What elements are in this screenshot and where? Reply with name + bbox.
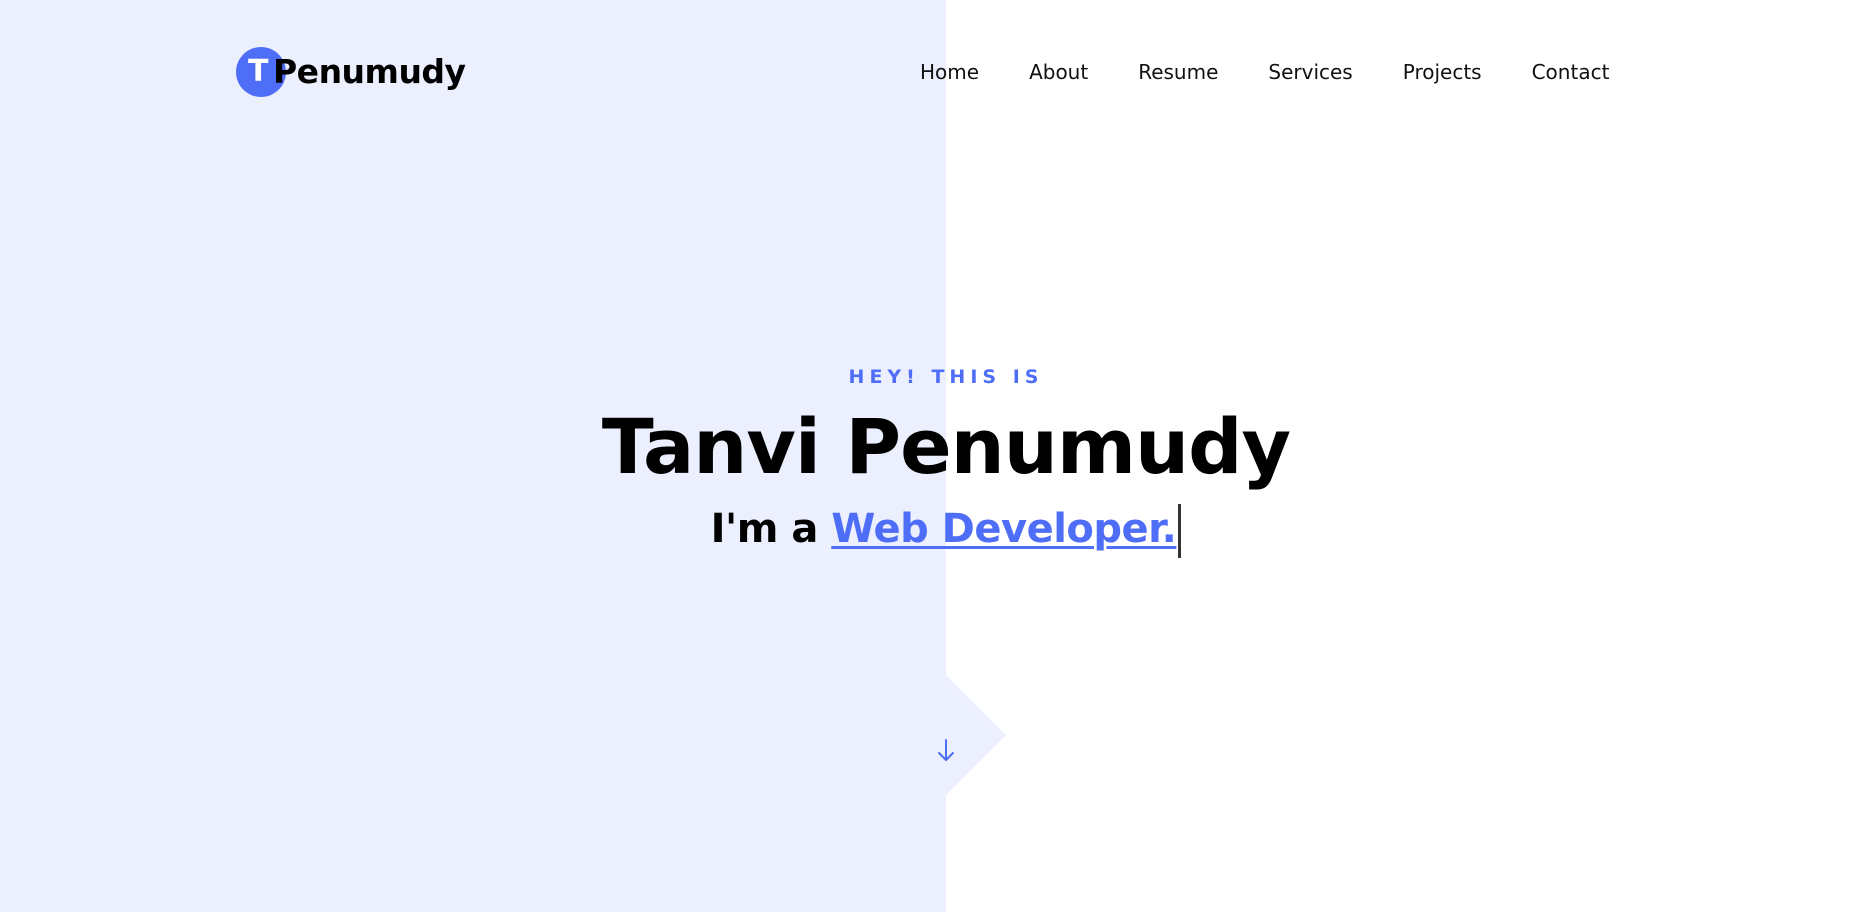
nav-item-about[interactable]: About xyxy=(1029,58,1088,86)
nav-item-home[interactable]: Home xyxy=(920,58,979,86)
hero-subtitle: I'm a Web Developer. xyxy=(0,502,1874,558)
nav-item-resume[interactable]: Resume xyxy=(1138,58,1218,86)
hero-eyebrow: HEY! THIS IS xyxy=(848,366,1044,388)
hero-section: T Penumudy Home About Resume Services Pr… xyxy=(0,0,1874,912)
nav-item-contact[interactable]: Contact xyxy=(1532,58,1610,86)
site-logo[interactable]: T Penumudy xyxy=(236,46,466,98)
hero-name: Tanvi Penumudy xyxy=(601,402,1291,491)
hero-role-link[interactable]: Web Developer. xyxy=(831,506,1177,552)
hero-content: HEY! THIS IS Tanvi Penumudy I'm a Web De… xyxy=(0,362,1874,558)
logo-text: Penumudy xyxy=(273,52,466,91)
nav-item-services[interactable]: Services xyxy=(1268,58,1352,86)
hero-sub-prefix: I'm a xyxy=(710,506,832,552)
arrow-down-icon xyxy=(938,739,954,761)
typing-cursor xyxy=(1178,504,1182,558)
panel-arrow-notch xyxy=(946,675,1006,795)
logo-letter: T xyxy=(248,54,269,89)
main-nav: Home About Resume Services Projects Cont… xyxy=(920,58,1609,86)
nav-item-projects[interactable]: Projects xyxy=(1403,58,1482,86)
scroll-down-button[interactable] xyxy=(932,736,960,766)
